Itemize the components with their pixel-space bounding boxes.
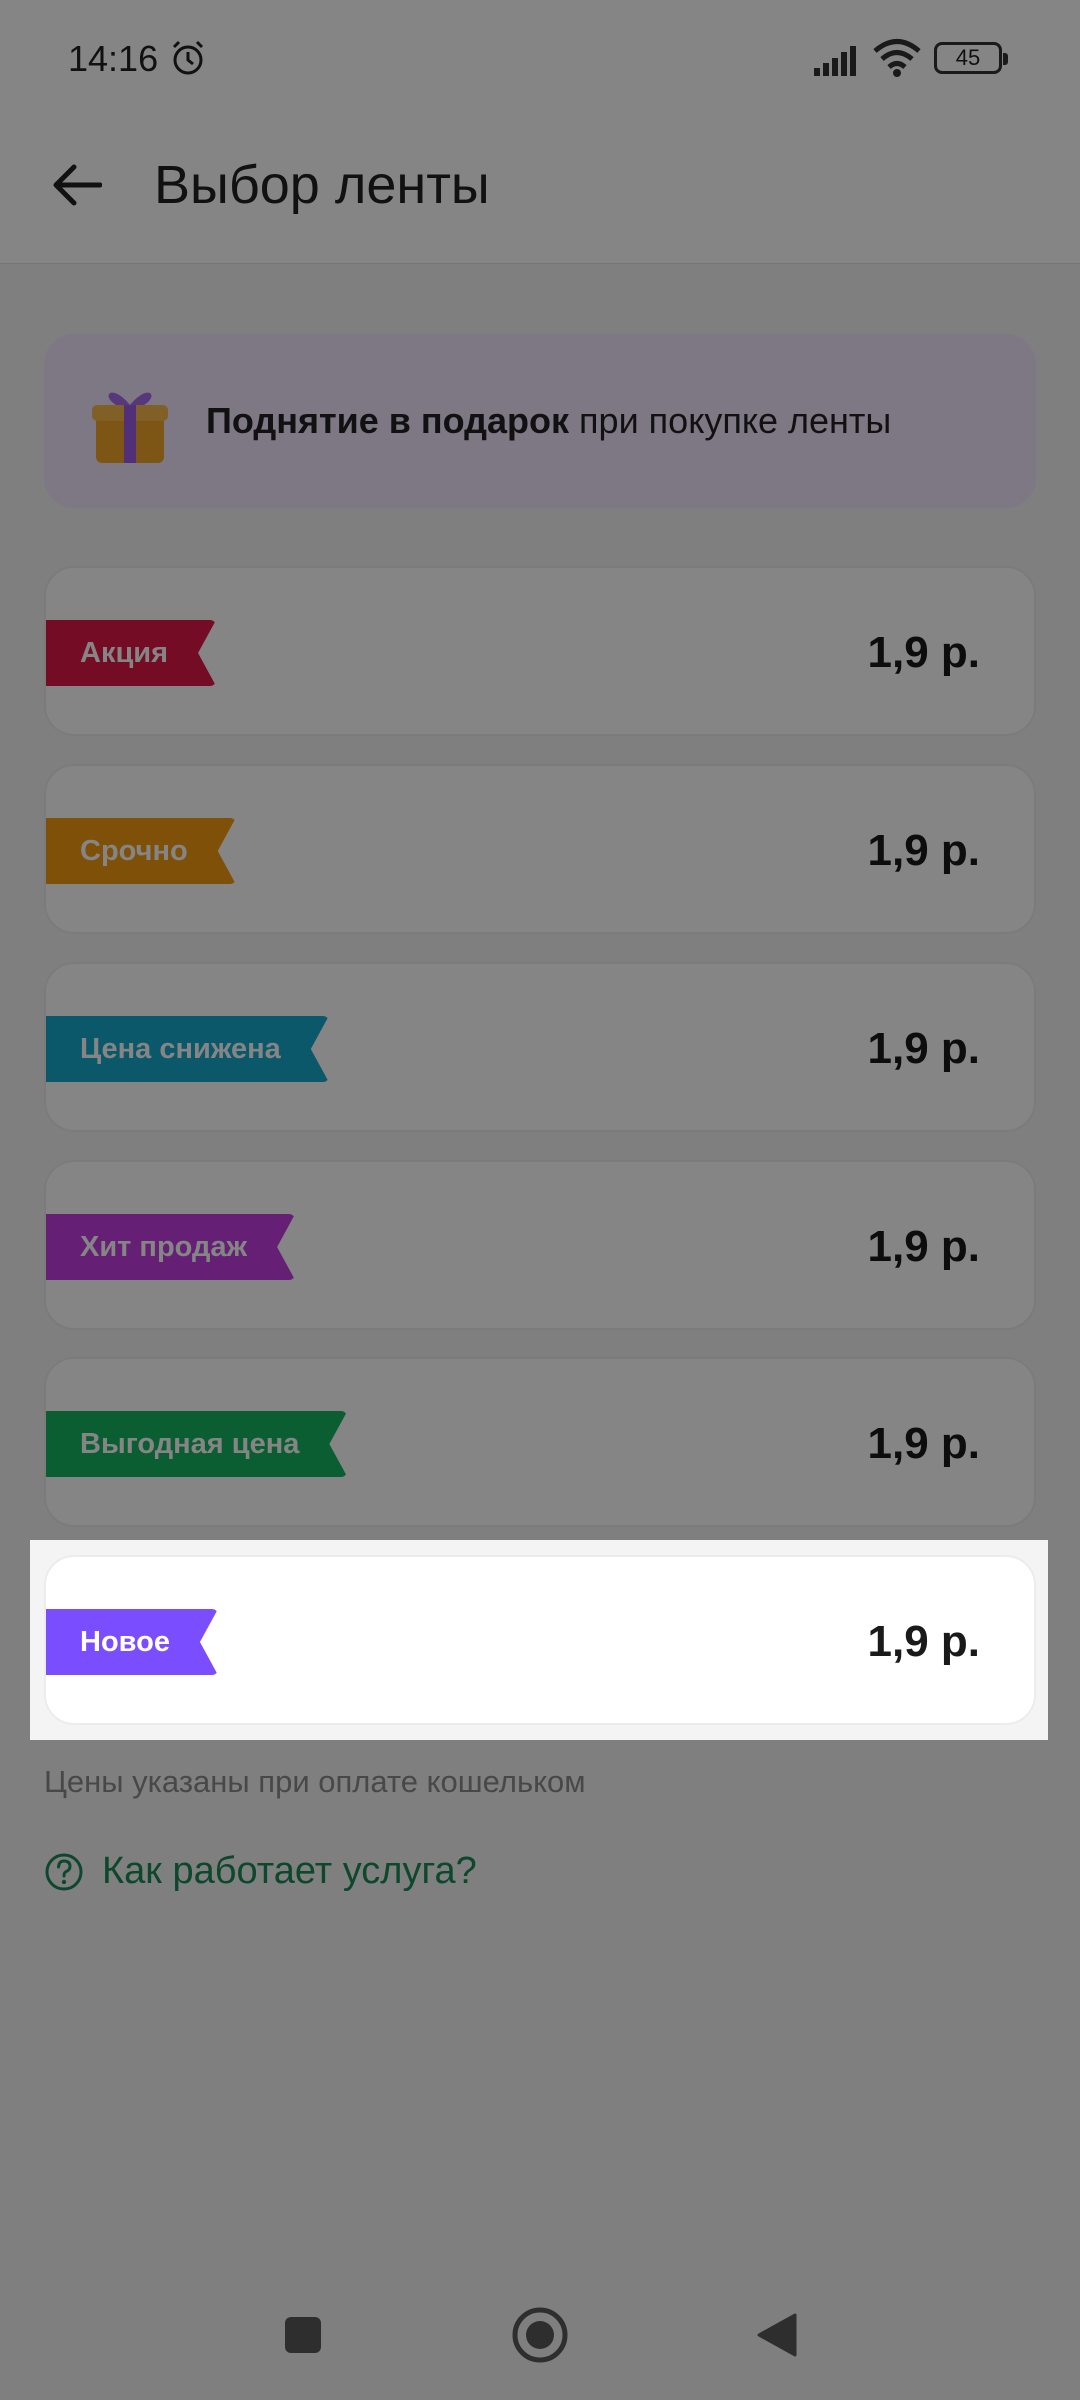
back-nav-button[interactable]	[742, 2300, 812, 2370]
triangle-back-icon	[757, 2313, 797, 2357]
recents-button[interactable]	[268, 2300, 338, 2370]
ribbon-tag: Новое	[46, 1609, 218, 1675]
dim-overlay	[0, 0, 1080, 2270]
ribbon-label: Новое	[80, 1625, 170, 1658]
home-circle-icon	[512, 2307, 568, 2363]
system-nav-bar	[0, 2270, 1080, 2400]
ribbon-option-novoe[interactable]: Новое 1,9 р.	[44, 1555, 1036, 1725]
home-button[interactable]	[505, 2300, 575, 2370]
square-icon	[285, 2317, 321, 2353]
ribbon-price: 1,9 р.	[867, 1617, 981, 1666]
